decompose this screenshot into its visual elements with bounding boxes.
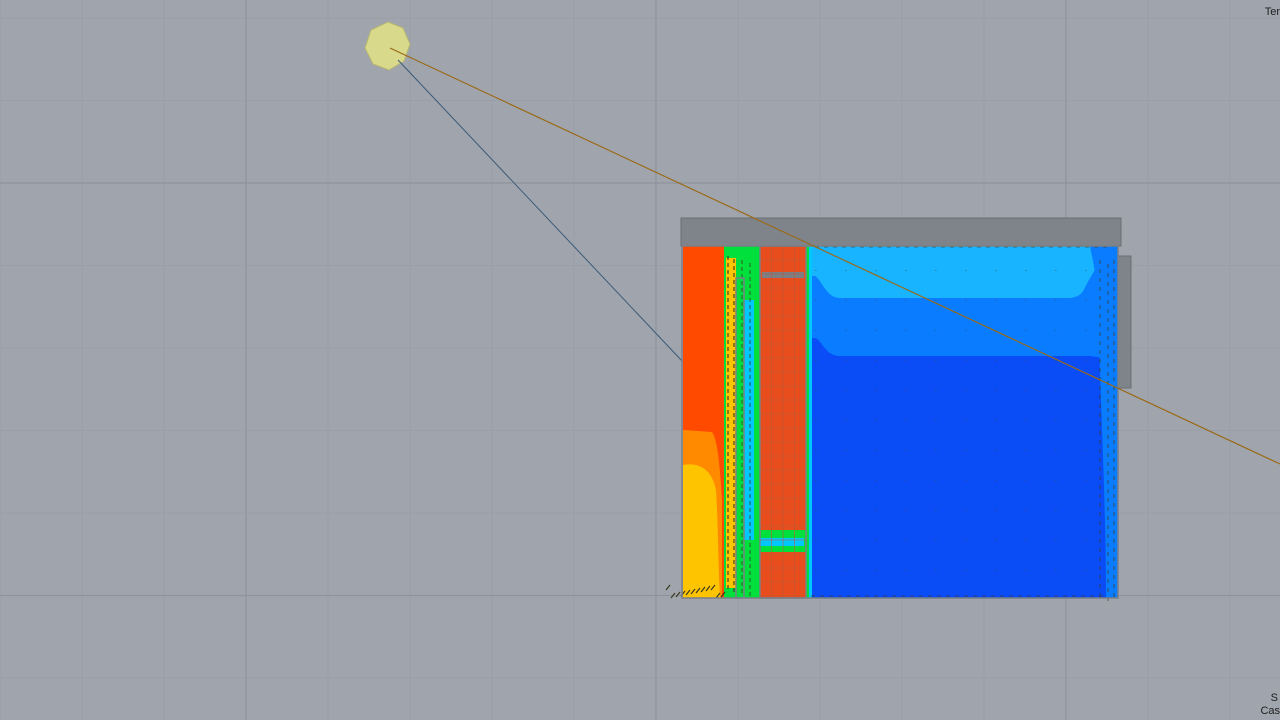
block-gap-core [760, 538, 804, 546]
top-slab [680, 217, 1122, 247]
green-band-left [754, 246, 760, 598]
view-ray-line [397, 59, 684, 363]
viewport-corner-label-bottom-1: S [1270, 692, 1278, 704]
room-warm-zone [808, 246, 1098, 298]
sun-sphere-icon[interactable] [364, 21, 411, 71]
cyan-band-right [809, 246, 812, 598]
wall-section-model[interactable] [665, 217, 1132, 601]
outer-yellow-zone [683, 464, 720, 598]
viewport-corner-label-bottom-2: Cas [1260, 705, 1280, 717]
right-wall-frame [1116, 255, 1132, 389]
3d-viewport[interactable]: Ter S Cas [0, 0, 1280, 720]
velocity-vector [665, 584, 671, 591]
velocity-vector [675, 591, 681, 598]
viewport-corner-label-top: Ter [1264, 6, 1280, 18]
cavity-cool-strip [744, 300, 754, 540]
simulation-scene[interactable] [0, 0, 1280, 720]
